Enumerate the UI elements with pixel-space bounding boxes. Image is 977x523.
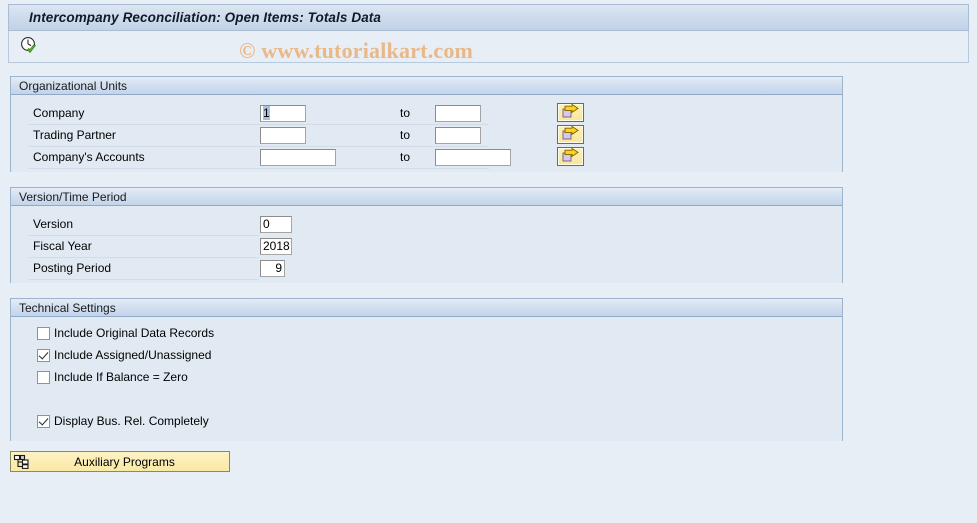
company-multi-select-button[interactable] xyxy=(557,103,584,122)
execute-button[interactable] xyxy=(17,35,41,59)
clock-check-icon xyxy=(19,36,39,59)
auxiliary-programs-label: Auxiliary Programs xyxy=(74,454,175,469)
panel-title: Organizational Units xyxy=(19,78,128,93)
panel-header-version-time-period: Version/Time Period xyxy=(11,188,842,206)
checkbox-box-unchecked-icon[interactable] xyxy=(37,370,50,384)
checkbox-include-if-balance-zero[interactable]: Include If Balance = Zero xyxy=(37,369,188,385)
label-version: Version xyxy=(33,217,74,231)
checkbox-box-checked-icon[interactable] xyxy=(37,348,50,362)
companys-accounts-to-input[interactable] xyxy=(435,149,511,166)
version-value: 0 xyxy=(263,217,270,231)
panel-technical-settings: Technical Settings Include Original Data… xyxy=(10,298,843,441)
checkbox-display-bus-rel-completely[interactable]: Display Bus. Rel. Completely xyxy=(37,413,209,429)
panel-body-version-time-period: Version 0 Fiscal Year 2018 Posting Perio… xyxy=(11,206,842,283)
field-row-posting-period: Posting Period 9 xyxy=(11,258,842,280)
panel-header-technical-settings: Technical Settings xyxy=(11,299,842,317)
checkbox-label: Display Bus. Rel. Completely xyxy=(54,414,209,428)
posting-period-input[interactable]: 9 xyxy=(260,260,285,277)
to-label-trading-partner: to xyxy=(400,128,411,142)
checkbox-label: Include Original Data Records xyxy=(54,326,215,340)
company-from-value: 1 xyxy=(263,106,270,120)
label-companys-accounts: Company's Accounts xyxy=(33,150,145,164)
label-fiscal-year: Fiscal Year xyxy=(33,239,92,253)
panel-title: Version/Time Period xyxy=(19,189,127,204)
window-title-bar: Intercompany Reconciliation: Open Items:… xyxy=(8,4,969,31)
trading-partner-from-input[interactable] xyxy=(260,127,306,144)
posting-period-value: 9 xyxy=(275,261,282,275)
panel-body-technical-settings: Include Original Data Records Include As… xyxy=(11,317,842,441)
panel-version-time-period: Version/Time Period Version 0 Fiscal Yea… xyxy=(10,187,843,283)
page-title: Intercompany Reconciliation: Open Items:… xyxy=(29,10,382,25)
checkbox-label: Include If Balance = Zero xyxy=(54,370,188,384)
label-company: Company xyxy=(33,106,85,120)
fiscal-year-input[interactable]: 2018 xyxy=(260,238,292,255)
checkbox-include-original-data-records[interactable]: Include Original Data Records xyxy=(37,325,214,341)
trading-partner-multi-select-button[interactable] xyxy=(557,125,584,144)
fiscal-year-value: 2018 xyxy=(263,239,290,253)
field-row-companys-accounts: Company's Accounts to xyxy=(11,147,842,169)
to-label-company: to xyxy=(400,106,411,120)
label-posting-period: Posting Period xyxy=(33,261,112,275)
row-separator xyxy=(29,279,259,280)
company-to-input[interactable] xyxy=(435,105,481,122)
panel-organizational-units: Organizational Units Company 1 to Tradin… xyxy=(10,76,843,172)
panel-title: Technical Settings xyxy=(19,300,116,315)
version-input[interactable]: 0 xyxy=(260,216,292,233)
field-row-trading-partner: Trading Partner to xyxy=(11,125,842,147)
arrow-right-multi-select-icon xyxy=(561,125,580,144)
panel-header-organizational-units: Organizational Units xyxy=(11,77,842,95)
checkbox-label: Include Assigned/Unassigned xyxy=(54,348,212,362)
checkbox-include-assigned-unassigned[interactable]: Include Assigned/Unassigned xyxy=(37,347,211,363)
hierarchy-tree-icon xyxy=(12,453,30,470)
checkbox-box-unchecked-icon[interactable] xyxy=(37,326,50,340)
field-row-version: Version 0 xyxy=(11,214,842,236)
arrow-right-multi-select-icon xyxy=(561,103,580,122)
auxiliary-programs-button[interactable]: Auxiliary Programs xyxy=(10,451,230,472)
checkbox-box-checked-icon[interactable] xyxy=(37,414,50,428)
row-separator xyxy=(29,168,489,169)
label-trading-partner: Trading Partner xyxy=(33,128,116,142)
to-label-companys-accounts: to xyxy=(400,150,411,164)
arrow-right-multi-select-icon xyxy=(561,147,580,166)
trading-partner-to-input[interactable] xyxy=(435,127,481,144)
companys-accounts-multi-select-button[interactable] xyxy=(557,147,584,166)
companys-accounts-from-input[interactable] xyxy=(260,149,336,166)
panel-body-organizational-units: Company 1 to Trading Partner to Company'… xyxy=(11,95,842,172)
toolbar xyxy=(8,31,969,63)
field-row-company: Company 1 to xyxy=(11,103,842,125)
company-from-input[interactable]: 1 xyxy=(260,105,306,122)
field-row-fiscal-year: Fiscal Year 2018 xyxy=(11,236,842,258)
